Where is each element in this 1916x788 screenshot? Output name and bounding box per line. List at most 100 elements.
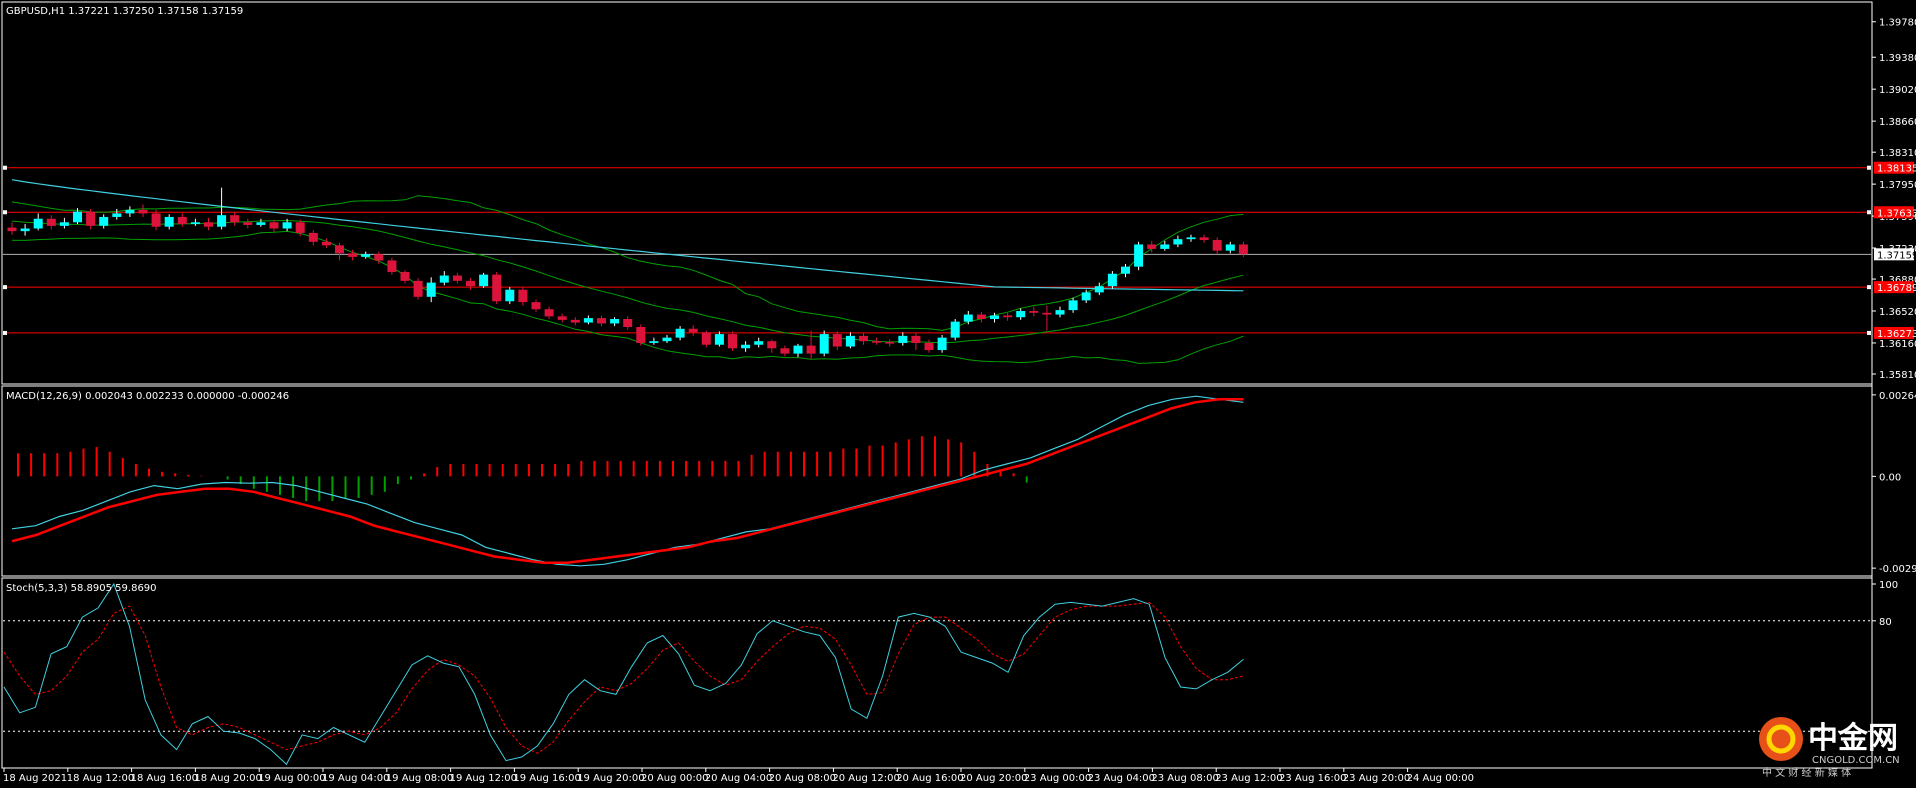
price-tick-label: 1.38310 xyxy=(1879,148,1916,159)
candle-bear xyxy=(859,335,868,342)
candle-bear xyxy=(452,275,462,281)
cngold-watermark: 中金网 CNGOLD.COM.CN 中 文 财 经 新 媒 体 xyxy=(1759,717,1900,779)
candle-bear xyxy=(557,316,567,320)
candle-bear xyxy=(701,332,711,345)
time-tick-label: 20 Aug 20:00 xyxy=(960,773,1027,784)
candle-bull xyxy=(217,215,227,227)
watermark-slogan: 中 文 财 经 新 媒 体 xyxy=(1762,766,1851,779)
price-tick-label: 1.37950 xyxy=(1879,180,1916,191)
stoch-layer: 100 80 xyxy=(3,580,1898,766)
time-tick-label: 24 Aug 00:00 xyxy=(1407,773,1474,784)
time-tick-label: 18 Aug 12:00 xyxy=(67,773,134,784)
candle-bull xyxy=(819,334,829,354)
level-handle-right xyxy=(1867,165,1871,170)
candle-bear xyxy=(138,209,148,214)
price-tick-label: 1.36160 xyxy=(1879,339,1916,350)
candle-bear xyxy=(308,232,318,242)
candle-bull xyxy=(662,337,672,342)
candle-bear xyxy=(1147,244,1157,249)
watermark-site: CNGOLD.COM.CN xyxy=(1812,755,1900,766)
candle-bull xyxy=(1225,244,1235,251)
time-axis: 18 Aug 2021 18 Aug 12:0018 Aug 16:0018 Au… xyxy=(3,768,1474,784)
candle-bear xyxy=(204,222,213,227)
candle-bear xyxy=(688,328,698,333)
level-price-label: 1.36789 xyxy=(1877,283,1916,294)
candle-bull xyxy=(675,328,685,338)
candle-bull xyxy=(99,216,109,226)
stoch-tick-label: 100 xyxy=(1879,580,1898,591)
candle-bull xyxy=(20,228,30,232)
candle-bear xyxy=(7,227,17,232)
candle-bull xyxy=(282,222,292,229)
candle-bull xyxy=(1068,300,1078,311)
candle-bear xyxy=(636,326,646,343)
candle-bull xyxy=(59,222,69,226)
candle-bear xyxy=(911,335,921,343)
macd-main-line xyxy=(11,395,1244,567)
candle-bear xyxy=(623,319,633,327)
candle-bear xyxy=(177,216,187,225)
level-handle-left xyxy=(3,165,7,170)
time-tick-label: 20 Aug 04:00 xyxy=(705,773,772,784)
macd-tick-label: -0.002975 xyxy=(1879,564,1916,575)
level-price-label: 1.38135 xyxy=(1877,164,1916,175)
stoch-signal-line xyxy=(3,601,1244,754)
moving-average-line xyxy=(11,179,1244,292)
macd-panel-frame xyxy=(1,385,1873,577)
level-handle-right xyxy=(1867,210,1871,215)
time-tick-label: 20 Aug 00:00 xyxy=(641,773,708,784)
time-tick-label: 19 Aug 20:00 xyxy=(577,773,644,784)
candle-bull xyxy=(990,315,999,319)
macd-layer: 0.002642 0.00 -0.002975 xyxy=(11,391,1916,575)
stoch-panel-title: Stoch(5,3,3) 58.8905 59.8690 xyxy=(6,583,157,594)
time-tick-label: 23 Aug 12:00 xyxy=(1215,773,1282,784)
candle-bull xyxy=(610,319,620,324)
candle-bear xyxy=(1042,312,1052,315)
candle-bear xyxy=(1003,315,1013,318)
candle-bull xyxy=(125,209,135,214)
candle-bear xyxy=(86,211,96,226)
current-price-label: 1.37159 xyxy=(1877,250,1916,261)
candle-bear xyxy=(924,342,934,351)
candle-bear xyxy=(335,245,344,254)
candle-bull xyxy=(1016,311,1026,318)
time-tick-label: 19 Aug 00:00 xyxy=(258,773,325,784)
stoch-panel-frame xyxy=(1,577,1873,769)
candle-bull xyxy=(439,275,449,283)
candle-bull xyxy=(1081,292,1091,301)
level-price-label: 1.37633 xyxy=(1877,208,1916,219)
candle-bear xyxy=(400,271,410,281)
candle-bear xyxy=(885,342,895,344)
candle-bull xyxy=(1121,266,1130,274)
trading-chart: 1.39780 1.39380 1.39020 1.38660 1.38310 1.379… xyxy=(1,1,1916,784)
candle-bear xyxy=(597,318,606,324)
price-panel-title: GBPUSD,H1 1.37221 1.37250 1.37158 1.3715… xyxy=(6,6,243,17)
candle-bear xyxy=(832,334,842,347)
candle-bull xyxy=(1186,237,1196,240)
candle-bull xyxy=(1134,244,1144,267)
price-layer: 1.39780 1.39380 1.39020 1.38660 1.38310 1.379… xyxy=(3,18,1916,381)
level-handle-left xyxy=(3,285,7,290)
time-tick-label: 18 Aug 20:00 xyxy=(194,773,261,784)
candle-bull xyxy=(73,211,82,223)
macd-signal-line xyxy=(11,398,1244,564)
candle-bull xyxy=(963,314,973,322)
price-tick-label: 1.39380 xyxy=(1879,53,1916,64)
candle-bull xyxy=(1173,239,1183,245)
candle-bear xyxy=(544,309,554,317)
candle-bear xyxy=(295,222,305,233)
time-tick-label: 19 Aug 04:00 xyxy=(322,773,389,784)
level-price-label: 1.36273 xyxy=(1877,329,1916,340)
candle-bear xyxy=(466,280,475,287)
candle-bear xyxy=(230,215,240,223)
candle-bear xyxy=(269,222,279,229)
candle-bear xyxy=(1199,237,1209,241)
time-tick-label: 19 Aug 08:00 xyxy=(386,773,453,784)
candle-bear xyxy=(1212,240,1222,251)
stoch-main-line xyxy=(3,582,1244,766)
price-tick-label: 1.35810 xyxy=(1879,370,1916,381)
candle-bear xyxy=(1238,244,1248,255)
time-tick-label: 23 Aug 00:00 xyxy=(1024,773,1091,784)
candle-bull xyxy=(754,341,764,345)
candle-bear xyxy=(570,319,580,323)
